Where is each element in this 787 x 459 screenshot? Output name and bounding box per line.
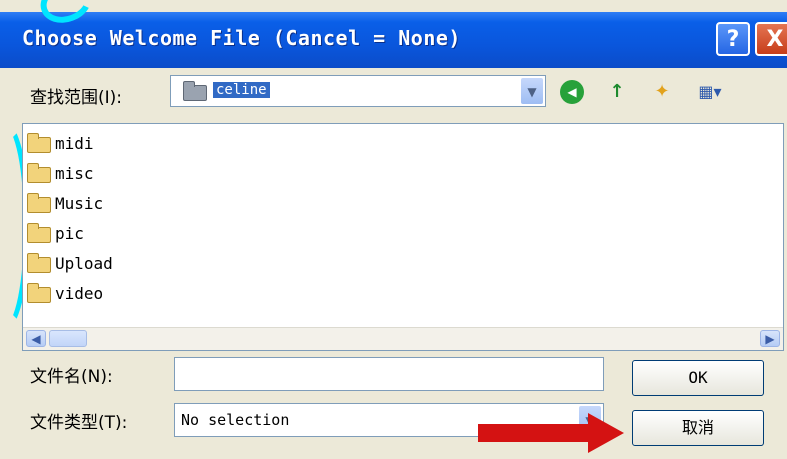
title-bar: Choose Welcome File (Cancel = None) ? X [0,12,787,68]
folder-icon [27,252,51,273]
folder-icon [183,81,207,101]
file-name: Music [55,194,104,213]
folder-icon [27,162,51,183]
file-list[interactable]: midi misc Music pic Upload video ◀ ▶ [22,123,784,351]
file-type-value: No selection [181,411,290,429]
file-name: pic [55,224,84,243]
list-item[interactable]: Music [27,191,103,217]
chevron-down-icon[interactable]: ▼ [521,78,543,104]
folder-icon [27,192,51,213]
file-name: misc [55,164,94,183]
folder-icon [27,222,51,243]
back-icon[interactable]: ◀ [560,80,584,104]
list-item[interactable]: Upload [27,251,113,277]
up-folder-icon[interactable]: ↑ [605,80,629,104]
scroll-thumb[interactable] [49,330,87,347]
scroll-left-icon[interactable]: ◀ [26,330,46,347]
list-item[interactable]: misc [27,161,94,187]
file-type-label: 文件类型(T): [30,413,128,433]
folder-icon [27,282,51,303]
pointer-arrow-head-icon [588,413,624,453]
view-menu-icon[interactable]: ▦▾ [693,80,727,104]
look-in-combo[interactable]: celine ▼ [170,75,546,107]
file-name-label: 文件名(N): [30,367,113,387]
folder-icon [27,132,51,153]
scroll-right-icon[interactable]: ▶ [760,330,780,347]
pointer-arrow-icon [478,424,590,442]
list-item[interactable]: midi [27,131,94,157]
file-name: video [55,284,104,303]
ok-button[interactable]: OK [632,360,764,396]
selected-folder: celine [213,82,270,98]
file-name: midi [55,134,94,153]
list-item[interactable]: pic [27,221,84,247]
look-in-label: 查找范围(I): [30,88,123,108]
help-button[interactable]: ? [716,22,750,56]
file-name: Upload [55,254,113,273]
horizontal-scrollbar[interactable]: ◀ ▶ [23,327,783,350]
list-item[interactable]: video [27,281,103,307]
cancel-button[interactable]: 取消 [632,410,764,446]
new-folder-icon[interactable]: ✦ [650,80,674,104]
file-dialog: Choose Welcome File (Cancel = None) ? X … [0,0,787,459]
close-button[interactable]: X [755,22,787,56]
window-title: Choose Welcome File (Cancel = None) [22,26,461,50]
file-name-field[interactable] [174,357,604,391]
